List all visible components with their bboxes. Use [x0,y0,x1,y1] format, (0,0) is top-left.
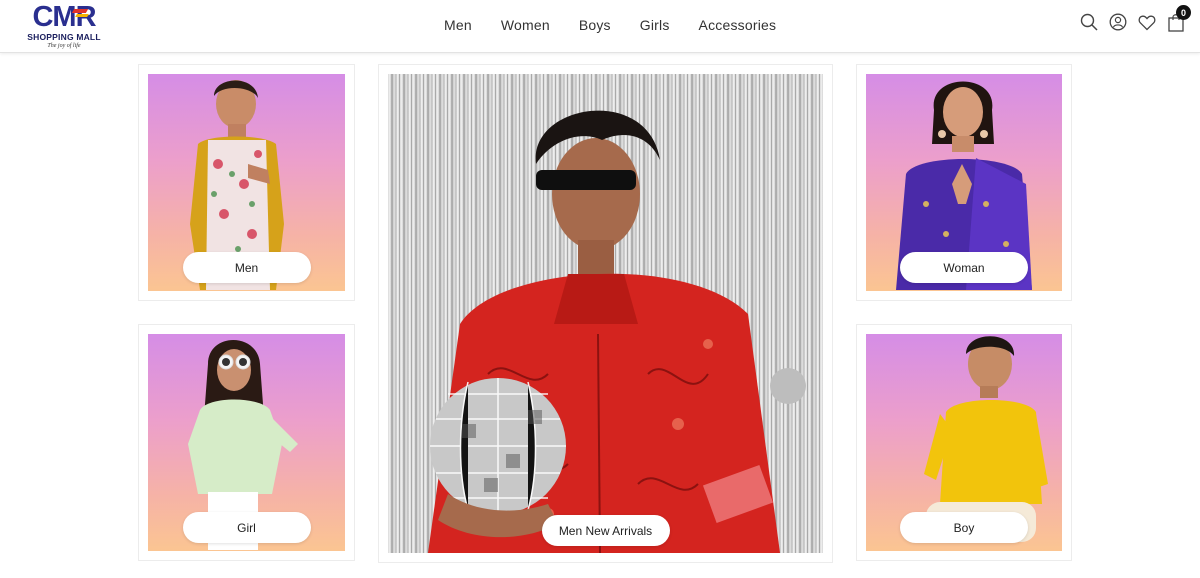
main-nav: Men Women Boys Girls Accessories [444,17,776,33]
logo-tagline: The joy of life [47,43,81,49]
heart-icon[interactable] [1137,12,1157,32]
logo-stripe-red [71,9,89,13]
category-card-men[interactable]: Men [138,64,355,301]
girl-label-button[interactable]: Girl [182,512,311,543]
men-new-arrivals-button[interactable]: Men New Arrivals [541,515,670,546]
woman-category-image: Woman [866,74,1062,291]
boy-label-button[interactable]: Boy [900,512,1028,543]
nav-item-boys[interactable]: Boys [579,17,611,33]
nav-item-women[interactable]: Women [501,17,550,33]
men-label-button[interactable]: Men [182,252,311,283]
men-category-image: Men [148,74,345,291]
girl-category-image: Girl [148,334,345,551]
nav-item-men[interactable]: Men [444,17,472,33]
logo-subtitle: SHOPPING MALL [27,32,101,42]
header-icons: 0 [1070,5,1191,32]
boy-category-image: Boy [866,334,1062,551]
logo-mark: CMR [32,1,96,33]
logo[interactable]: CMR SHOPPING MALL The joy of life [26,3,102,51]
category-card-boy[interactable]: Boy [856,324,1072,561]
logo-stripe-yellow [75,14,89,17]
search-icon[interactable] [1079,12,1099,32]
nav-item-girls[interactable]: Girls [640,17,670,33]
user-icon[interactable] [1108,12,1128,32]
category-card-woman[interactable]: Woman [856,64,1072,301]
hero-card-men-new-arrivals[interactable]: Men New Arrivals [378,64,833,563]
cart-count-badge: 0 [1176,5,1191,20]
woman-label-button[interactable]: Woman [900,252,1028,283]
category-card-girl[interactable]: Girl [138,324,355,561]
nav-item-accessories[interactable]: Accessories [699,17,777,33]
hero-banner-image: Men New Arrivals [388,74,823,553]
site-header: CMR SHOPPING MALL The joy of life Men Wo… [0,0,1200,53]
cart-icon[interactable]: 0 [1166,5,1191,32]
hero-model-illustration [428,110,806,553]
